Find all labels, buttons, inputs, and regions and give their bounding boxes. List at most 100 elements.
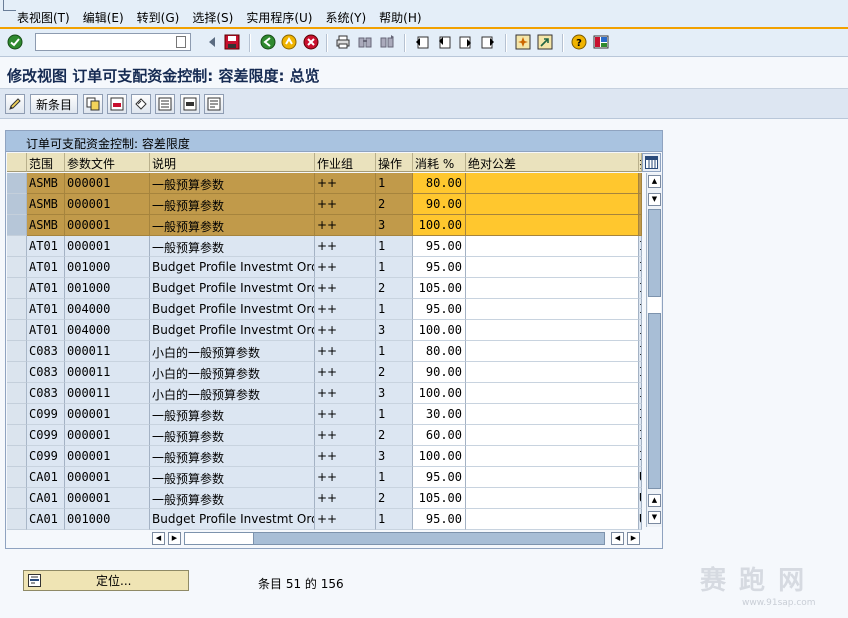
change-display-button[interactable] (5, 94, 25, 114)
page-down-icon[interactable]: ▲ (648, 494, 661, 507)
menu-edit[interactable]: 编辑(E) (83, 11, 124, 25)
delete-button[interactable] (107, 94, 127, 114)
undo-button[interactable] (131, 94, 151, 114)
find-next-icon[interactable] (378, 33, 396, 51)
row-selector[interactable] (7, 404, 27, 425)
page-up-icon[interactable]: ▼ (648, 193, 661, 206)
print-icon[interactable] (334, 33, 352, 51)
cell-absolute-tolerance[interactable] (466, 509, 639, 530)
row-selector[interactable] (7, 446, 27, 467)
shortcut-icon[interactable] (536, 33, 554, 51)
layout-icon[interactable] (592, 33, 610, 51)
cell-usage-percent[interactable]: 90.00 (413, 194, 466, 215)
row-selector[interactable] (7, 362, 27, 383)
cell-absolute-tolerance[interactable] (466, 446, 639, 467)
cancel-icon[interactable] (302, 33, 320, 51)
first-page-icon[interactable] (413, 33, 431, 51)
menu-table-view[interactable]: 表视图(T) (17, 11, 70, 25)
row-selector[interactable] (7, 341, 27, 362)
prev-page-icon[interactable] (435, 33, 453, 51)
row-selector[interactable] (7, 194, 27, 215)
menu-goto[interactable]: 转到(G) (137, 11, 180, 25)
select-all-corner[interactable] (7, 153, 27, 172)
row-selector[interactable] (7, 236, 27, 257)
position-button[interactable]: 定位... (23, 570, 189, 591)
cell-absolute-tolerance[interactable] (466, 194, 639, 215)
cell-usage-percent[interactable]: 95.00 (413, 509, 466, 530)
cell-absolute-tolerance[interactable] (466, 425, 639, 446)
row-selector[interactable] (7, 320, 27, 341)
cell-absolute-tolerance[interactable] (466, 236, 639, 257)
help-icon[interactable]: ? (570, 33, 588, 51)
row-selector[interactable] (7, 278, 27, 299)
cell-absolute-tolerance[interactable] (466, 215, 639, 236)
horizontal-scroll-thumb[interactable] (185, 533, 254, 544)
cell-usage-percent[interactable]: 95.00 (413, 257, 466, 278)
menu-selection[interactable]: 选择(S) (192, 11, 233, 25)
select-block-button[interactable] (180, 94, 200, 114)
window-menu-icon[interactable] (3, 0, 16, 11)
col-header-area[interactable]: 范围 (27, 153, 65, 172)
column-settings-icon[interactable] (642, 153, 661, 172)
row-selector[interactable] (7, 425, 27, 446)
cell-usage-percent[interactable]: 100.00 (413, 320, 466, 341)
cell-usage-percent[interactable]: 90.00 (413, 362, 466, 383)
save-icon[interactable] (223, 33, 241, 51)
col-header-action[interactable]: 操作 (376, 153, 413, 172)
menu-help[interactable]: 帮助(H) (379, 11, 421, 25)
new-session-icon[interactable] (514, 33, 532, 51)
cell-usage-percent[interactable]: 80.00 (413, 341, 466, 362)
row-selector[interactable] (7, 383, 27, 404)
cell-absolute-tolerance[interactable] (466, 341, 639, 362)
cell-absolute-tolerance[interactable] (466, 383, 639, 404)
horizontal-scroll-track[interactable] (184, 532, 605, 545)
row-selector[interactable] (7, 299, 27, 320)
cell-absolute-tolerance[interactable] (466, 257, 639, 278)
vertical-scroll-thumb[interactable] (648, 296, 661, 314)
scroll-left-icon[interactable]: ◀ (152, 532, 165, 545)
vertical-scrollbar[interactable]: ▲ ▼ ▲ ▼ (646, 173, 662, 527)
col-header-profile[interactable]: 参数文件 (65, 153, 150, 172)
last-page-icon[interactable] (479, 33, 497, 51)
horizontal-scrollbar[interactable]: ◀ ▶ ◀ ▶ (148, 530, 662, 546)
cell-usage-percent[interactable]: 100.00 (413, 446, 466, 467)
command-field[interactable] (35, 33, 191, 51)
check-icon[interactable] (6, 33, 24, 51)
cell-absolute-tolerance[interactable] (466, 278, 639, 299)
row-selector[interactable] (7, 257, 27, 278)
vertical-scroll-track[interactable] (648, 209, 661, 489)
copy-button[interactable] (83, 94, 103, 114)
menu-utilities[interactable]: 实用程序(U) (246, 11, 312, 25)
select-all-button[interactable] (155, 94, 175, 114)
col-header-description[interactable]: 说明 (150, 153, 315, 172)
deselect-all-button[interactable] (204, 94, 224, 114)
col-header-absolute-tolerance[interactable]: 绝对公差 (466, 153, 639, 172)
scroll-up-icon[interactable]: ▲ (648, 175, 661, 188)
row-selector[interactable] (7, 467, 27, 488)
col-header-usage-percent[interactable]: 消耗 % (413, 153, 466, 172)
cell-usage-percent[interactable]: 100.00 (413, 383, 466, 404)
scroll-down-icon[interactable]: ▼ (648, 511, 661, 524)
row-selector[interactable] (7, 488, 27, 509)
cell-absolute-tolerance[interactable] (466, 467, 639, 488)
cell-absolute-tolerance[interactable] (466, 320, 639, 341)
exit-icon[interactable] (280, 33, 298, 51)
menu-system[interactable]: 系统(Y) (325, 11, 366, 25)
command-history-icon[interactable] (176, 36, 186, 48)
next-page-icon[interactable] (457, 33, 475, 51)
scroll-right-icon[interactable]: ▶ (627, 532, 640, 545)
row-selector[interactable] (7, 215, 27, 236)
cell-absolute-tolerance[interactable] (466, 173, 639, 194)
cell-usage-percent[interactable]: 95.00 (413, 299, 466, 320)
row-selector[interactable] (7, 173, 27, 194)
find-icon[interactable] (356, 33, 374, 51)
cell-usage-percent[interactable]: 30.00 (413, 404, 466, 425)
collapse-icon[interactable] (203, 33, 221, 51)
cell-usage-percent[interactable]: 60.00 (413, 425, 466, 446)
cell-usage-percent[interactable]: 95.00 (413, 467, 466, 488)
cell-usage-percent[interactable]: 95.00 (413, 236, 466, 257)
cell-absolute-tolerance[interactable] (466, 299, 639, 320)
cell-usage-percent[interactable]: 105.00 (413, 488, 466, 509)
cell-absolute-tolerance[interactable] (466, 488, 639, 509)
back-icon[interactable] (259, 33, 277, 51)
